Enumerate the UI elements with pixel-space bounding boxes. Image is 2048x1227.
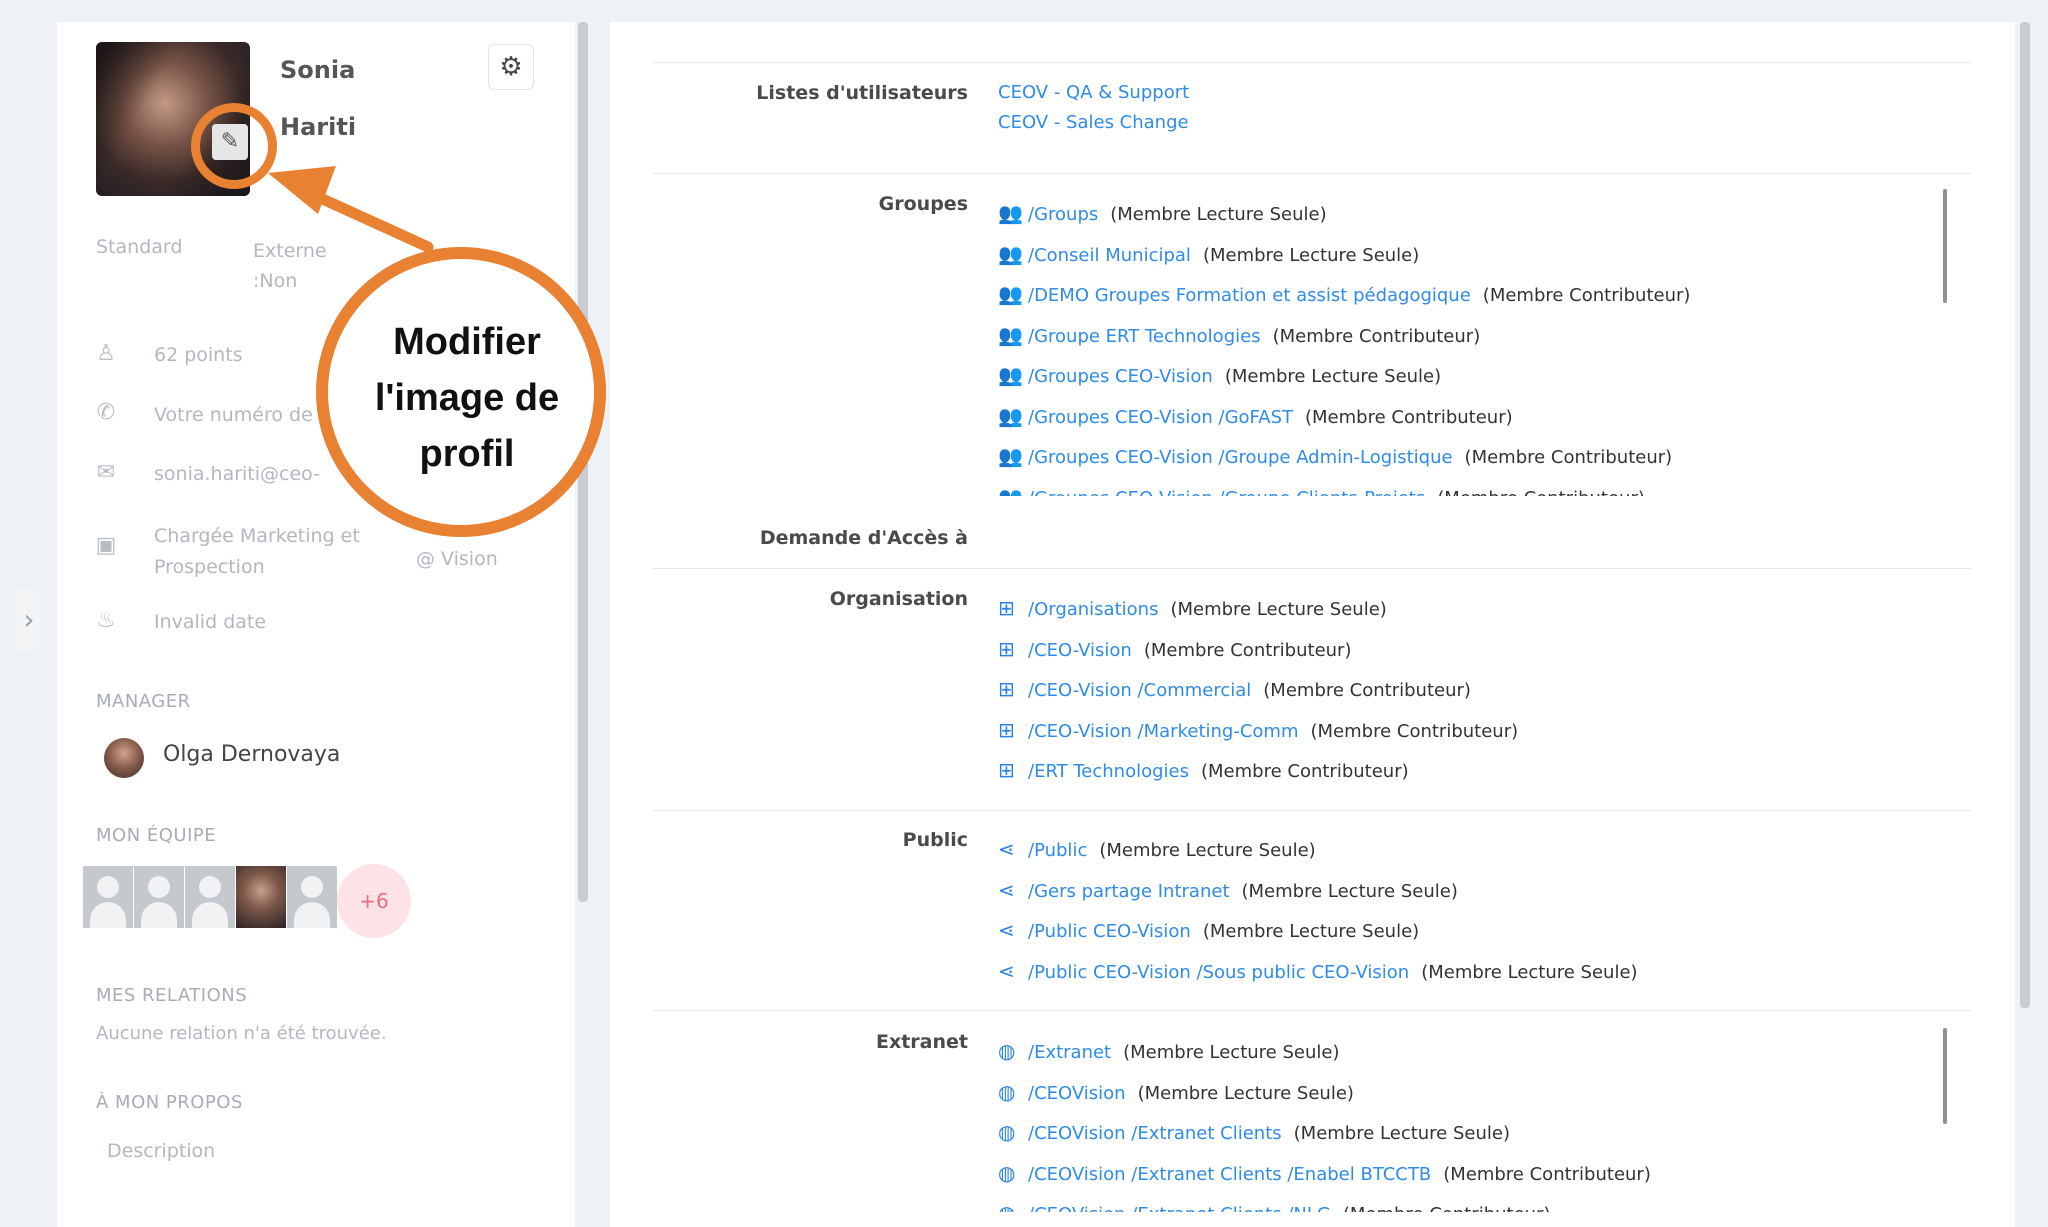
callout-text: Modifier l'image de profil bbox=[374, 321, 560, 475]
callout-arrow bbox=[268, 166, 434, 253]
